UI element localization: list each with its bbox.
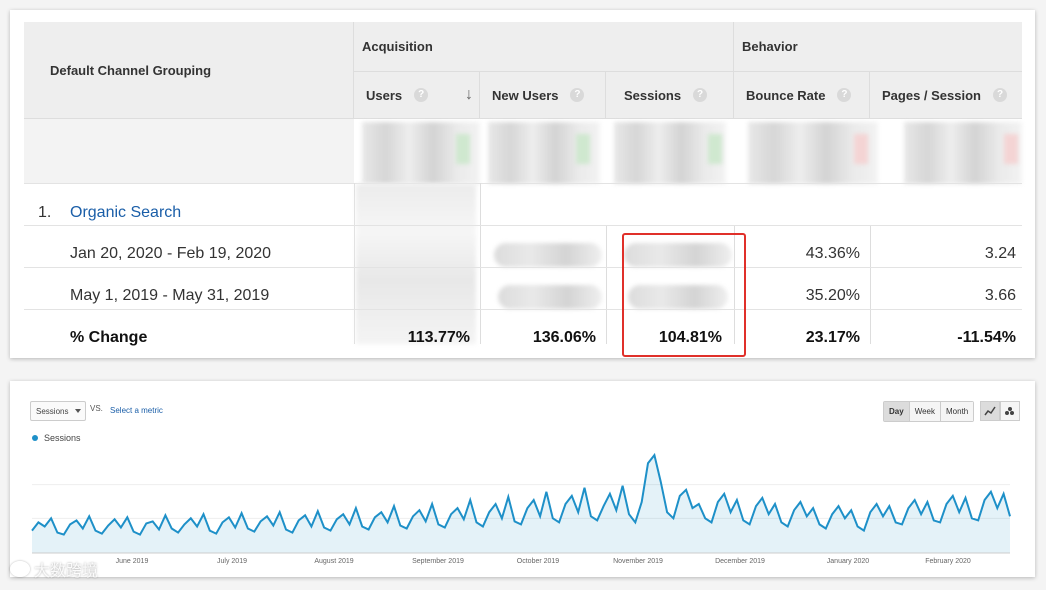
help-icon[interactable]: ?	[993, 88, 1007, 102]
help-icon[interactable]: ?	[414, 88, 429, 102]
sessions-header-label: Sessions	[624, 87, 682, 103]
x-tick-label: October 2019	[517, 558, 560, 565]
x-tick-label: September 2019	[412, 558, 464, 565]
select-metric-link[interactable]: Select a metric	[110, 406, 163, 415]
x-tick-label: January 2020	[827, 558, 870, 565]
chart-legend: Sessions	[32, 433, 81, 443]
users-header-label: Users	[366, 87, 403, 103]
row1-pages-session: 3.24	[984, 245, 1016, 262]
blur-accent	[708, 134, 722, 164]
row1-bounce-rate: 43.36%	[805, 245, 860, 262]
x-tick-label: December 2019	[715, 558, 765, 565]
blur-accent	[456, 134, 470, 164]
divider	[24, 267, 1022, 268]
blur-accent	[576, 134, 590, 164]
blur-accent	[1004, 134, 1018, 164]
column-header-sessions[interactable]: Sessions ?	[606, 72, 734, 118]
blurred-new-users-value	[494, 243, 602, 267]
behavior-label: Behavior	[742, 39, 798, 54]
divider	[24, 183, 1022, 184]
totals-label-cell	[24, 119, 354, 183]
x-tick-label: July 2019	[217, 558, 247, 565]
segment-link-organic-search[interactable]: Organic Search	[70, 193, 181, 233]
metric-select-dropdown[interactable]: Sessions	[30, 401, 86, 421]
row-date-range-2: May 1, 2019 - May 31, 2019	[70, 287, 270, 304]
change-users: 113.77%	[407, 329, 470, 346]
sessions-chart-card: Sessions VS. Select a metric Sessions Da…	[10, 381, 1035, 577]
divider	[24, 225, 1022, 226]
bounce-rate-header-label: Bounce Rate	[746, 87, 826, 103]
watermark-logo-icon	[10, 561, 30, 577]
period-toggle: Day Week Month	[883, 401, 975, 422]
group-header-acquisition: Acquisition	[354, 22, 734, 72]
sessions-line	[31, 452, 1011, 536]
sessions-area	[32, 455, 1010, 553]
column-header-pages-session[interactable]: Pages / Session ?	[870, 72, 1022, 118]
x-tick-label: August 2019	[314, 558, 353, 565]
column-header-new-users[interactable]: New Users ?	[480, 72, 606, 118]
row-date-range-1: Jan 20, 2020 - Feb 19, 2020	[70, 245, 272, 262]
group-header-behavior: Behavior	[734, 22, 1022, 72]
x-tick-label: June 2019	[116, 558, 149, 565]
chart-type-toggle	[980, 401, 1020, 421]
x-tick-label: November 2019	[613, 558, 663, 565]
vs-label: VS.	[90, 404, 103, 413]
line-chart-icon[interactable]	[980, 401, 1000, 421]
watermark-text: 大数跨境	[34, 563, 99, 580]
legend-label: Sessions	[44, 433, 81, 443]
change-row-label: % Change	[70, 329, 148, 346]
watermark: 大数跨境	[10, 557, 98, 581]
change-new-users: 136.06%	[532, 329, 596, 346]
help-icon[interactable]: ?	[837, 88, 852, 102]
row2-pages-session: 3.66	[984, 287, 1016, 304]
sessions-area-chart: June 2019 July 2019 August 2019 September 2…	[31, 452, 1011, 565]
metric-select-value: Sessions	[36, 406, 69, 416]
sessions-highlight-annotation	[622, 233, 746, 357]
report-table-card: Default Channel Grouping Acquisition Beh…	[10, 10, 1035, 358]
column-header-users[interactable]: Users ? ↓	[354, 72, 480, 118]
row2-bounce-rate: 35.20%	[805, 287, 860, 304]
change-pages-session: -11.54%	[957, 329, 1016, 346]
period-month-button[interactable]: Month	[941, 402, 974, 421]
legend-dot-icon	[32, 435, 38, 441]
dimension-header[interactable]: Default Channel Grouping	[24, 22, 354, 118]
segment-index: 1.	[38, 204, 52, 221]
motion-chart-icon[interactable]	[1000, 401, 1020, 421]
period-day-button[interactable]: Day	[884, 402, 910, 421]
change-bounce-rate: 23.17%	[805, 329, 860, 346]
help-icon[interactable]: ?	[693, 88, 708, 102]
chevron-down-icon	[75, 409, 81, 413]
pages-session-header-label: Pages / Session	[882, 87, 981, 103]
period-week-button[interactable]: Week	[909, 402, 941, 421]
blurred-new-users-value	[498, 285, 602, 309]
blur-accent	[854, 134, 868, 164]
x-tick-label: February 2020	[925, 558, 971, 565]
acquisition-label: Acquisition	[362, 39, 433, 54]
dimension-header-label: Default Channel Grouping	[50, 62, 212, 78]
divider	[24, 309, 1022, 310]
new-users-header-label: New Users	[492, 87, 559, 103]
column-header-bounce-rate[interactable]: Bounce Rate ?	[734, 72, 870, 118]
sort-descending-icon[interactable]: ↓	[465, 86, 473, 104]
help-icon[interactable]: ?	[570, 88, 585, 102]
